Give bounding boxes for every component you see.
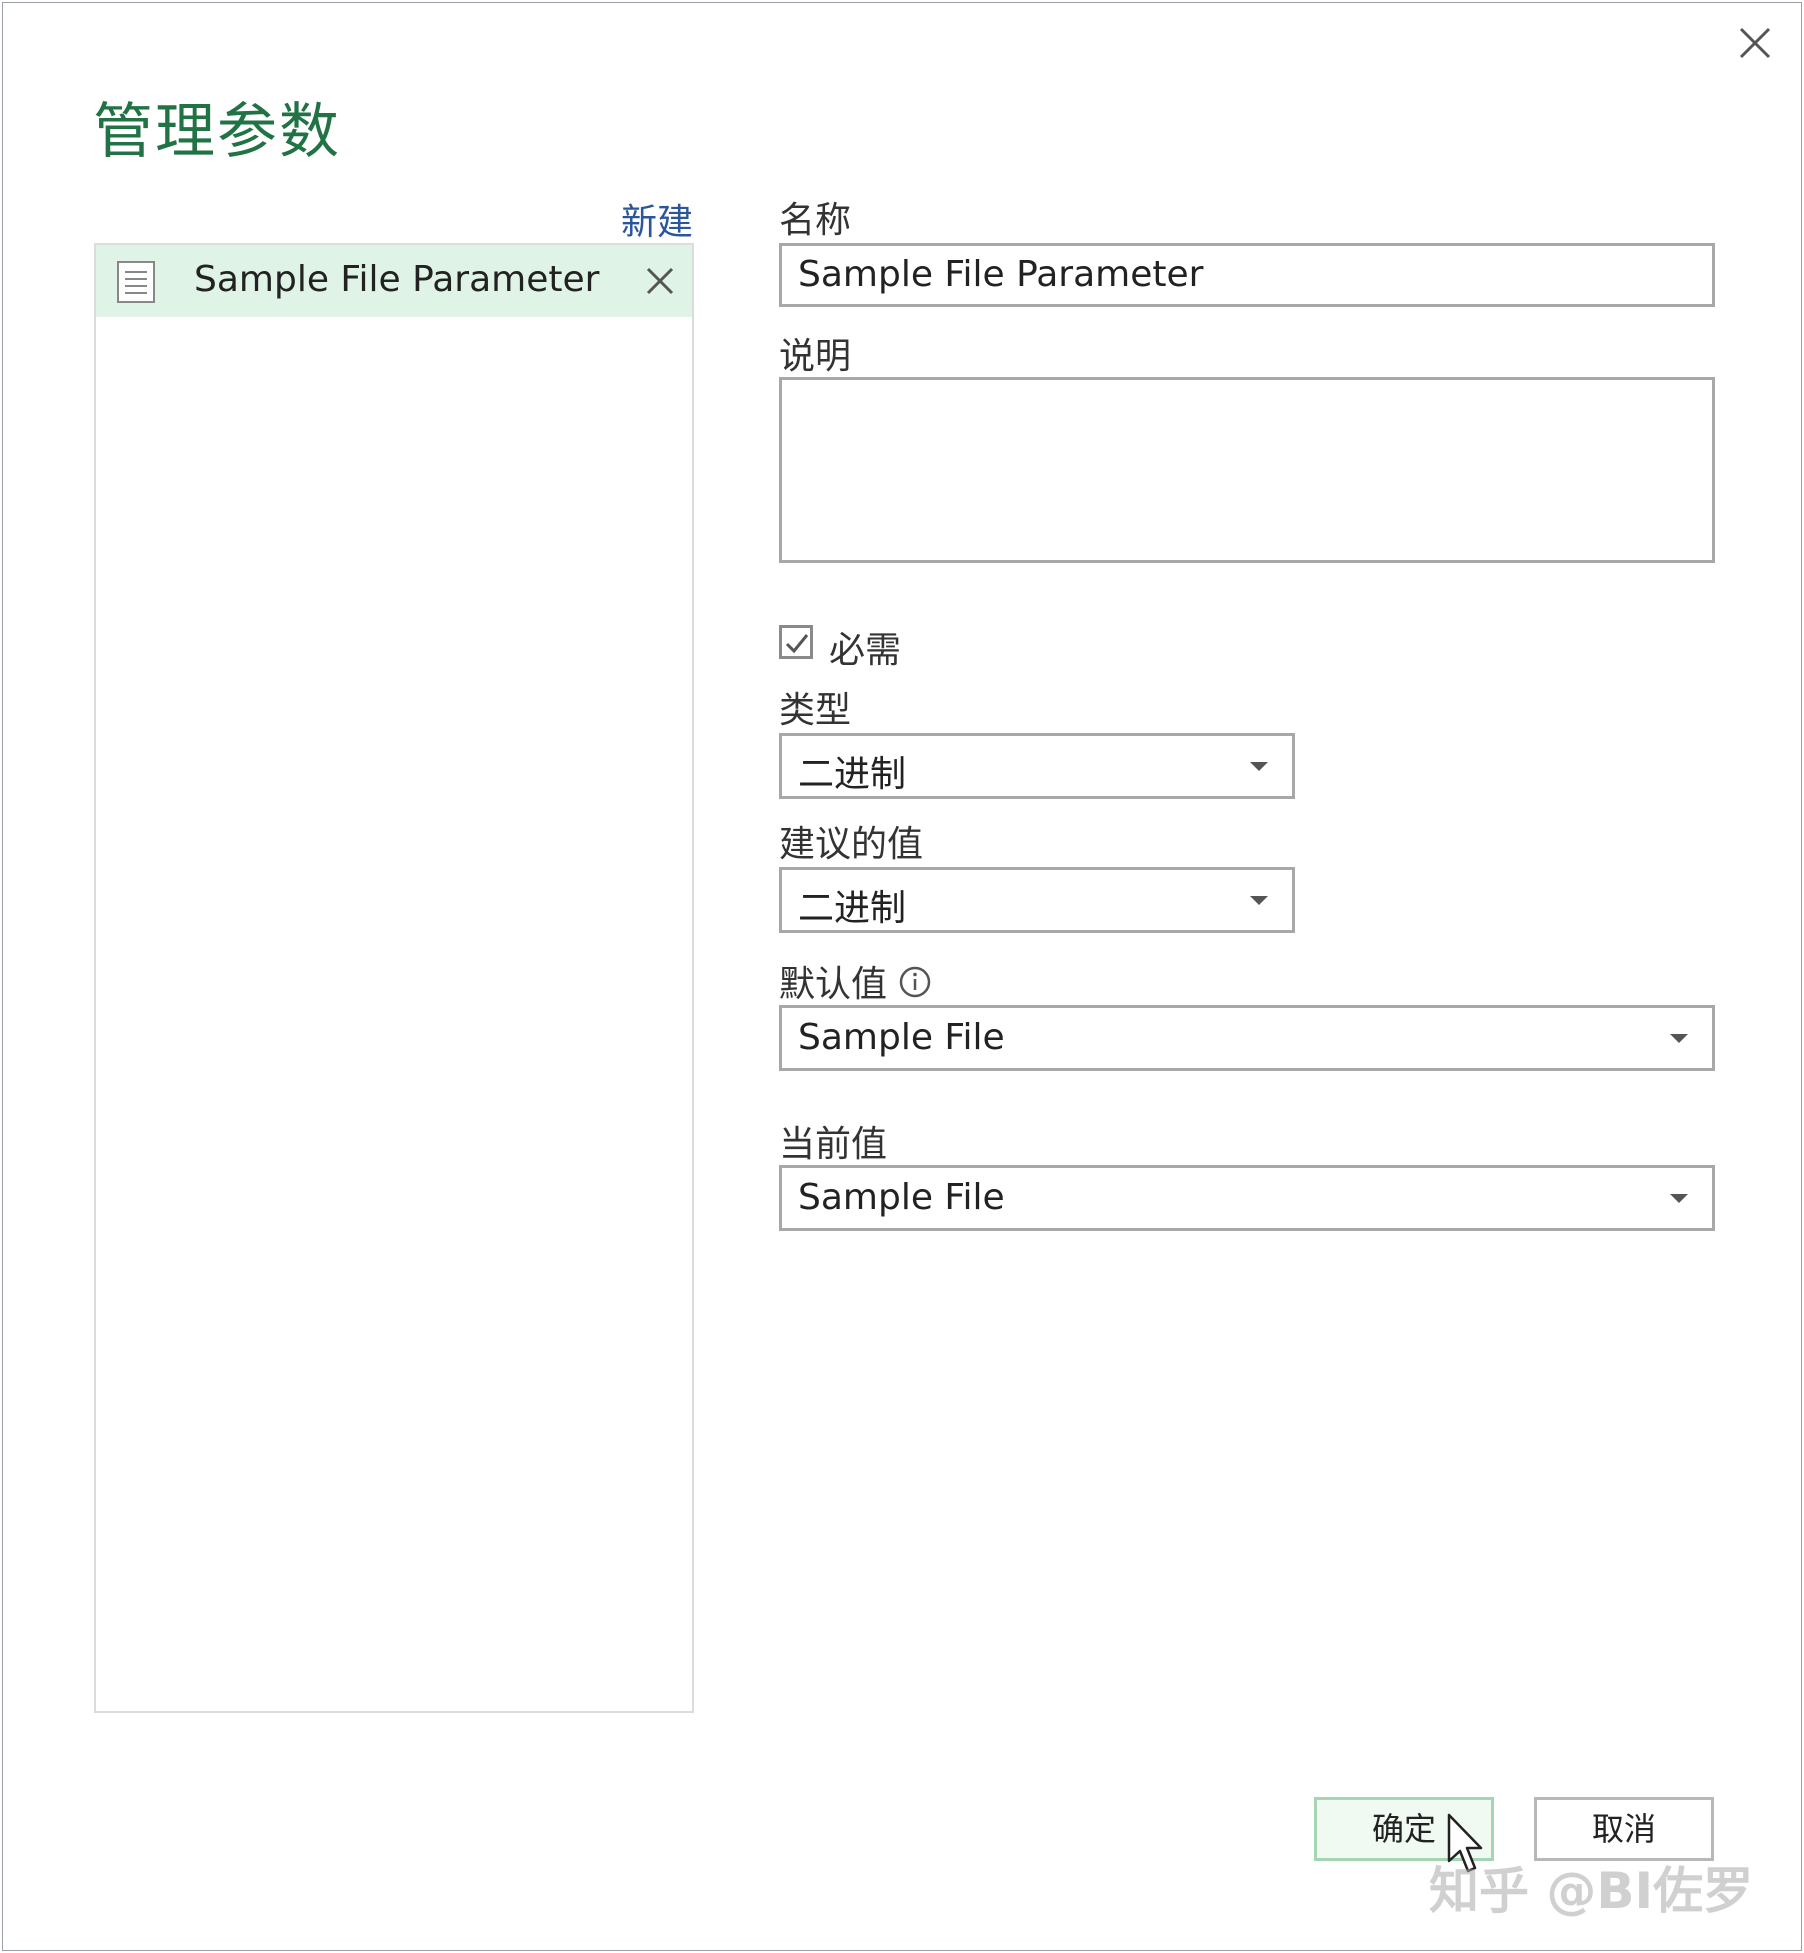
required-checkbox[interactable] bbox=[779, 625, 813, 659]
current-value-value: Sample File bbox=[798, 1177, 1005, 1218]
default-value-label: 默认值 bbox=[779, 964, 888, 1005]
parameter-list-item[interactable]: Sample File Parameter bbox=[96, 245, 692, 317]
remove-parameter-icon[interactable] bbox=[644, 265, 676, 297]
parameter-item-label: Sample File Parameter bbox=[194, 259, 600, 300]
name-field[interactable]: Sample File Parameter bbox=[779, 243, 1715, 307]
dialog-title: 管理参数 bbox=[93, 97, 341, 167]
type-value: 二进制 bbox=[798, 754, 907, 795]
description-field[interactable] bbox=[779, 377, 1715, 563]
description-label: 说明 bbox=[779, 336, 852, 377]
name-label: 名称 bbox=[779, 200, 852, 241]
type-dropdown[interactable]: 二进制 bbox=[779, 733, 1295, 799]
parameter-list: Sample File Parameter bbox=[94, 243, 694, 1713]
chevron-down-icon bbox=[1670, 1194, 1688, 1203]
close-button[interactable] bbox=[1731, 19, 1779, 67]
manage-parameters-dialog: 管理参数 新建 Sample File Parameter 名称 Sample … bbox=[2, 2, 1802, 1951]
type-label: 类型 bbox=[779, 690, 852, 731]
info-icon[interactable] bbox=[898, 965, 932, 999]
current-value-label: 当前值 bbox=[779, 1124, 888, 1165]
chevron-down-icon bbox=[1670, 1034, 1688, 1043]
close-icon bbox=[1739, 27, 1771, 59]
default-value-dropdown[interactable]: Sample File bbox=[779, 1005, 1715, 1071]
watermark: 知乎 @BI佐罗 bbox=[1429, 1862, 1754, 1920]
checkmark-icon bbox=[785, 634, 809, 654]
suggested-values-label: 建议的值 bbox=[779, 824, 924, 865]
suggested-values-dropdown[interactable]: 二进制 bbox=[779, 867, 1295, 933]
current-value-dropdown[interactable]: Sample File bbox=[779, 1165, 1715, 1231]
new-parameter-link[interactable]: 新建 bbox=[621, 193, 693, 245]
chevron-down-icon bbox=[1250, 762, 1268, 771]
default-value-value: Sample File bbox=[798, 1017, 1005, 1058]
required-label: 必需 bbox=[829, 630, 902, 671]
document-icon bbox=[117, 261, 155, 303]
suggested-values-value: 二进制 bbox=[798, 888, 907, 929]
chevron-down-icon bbox=[1250, 896, 1268, 905]
